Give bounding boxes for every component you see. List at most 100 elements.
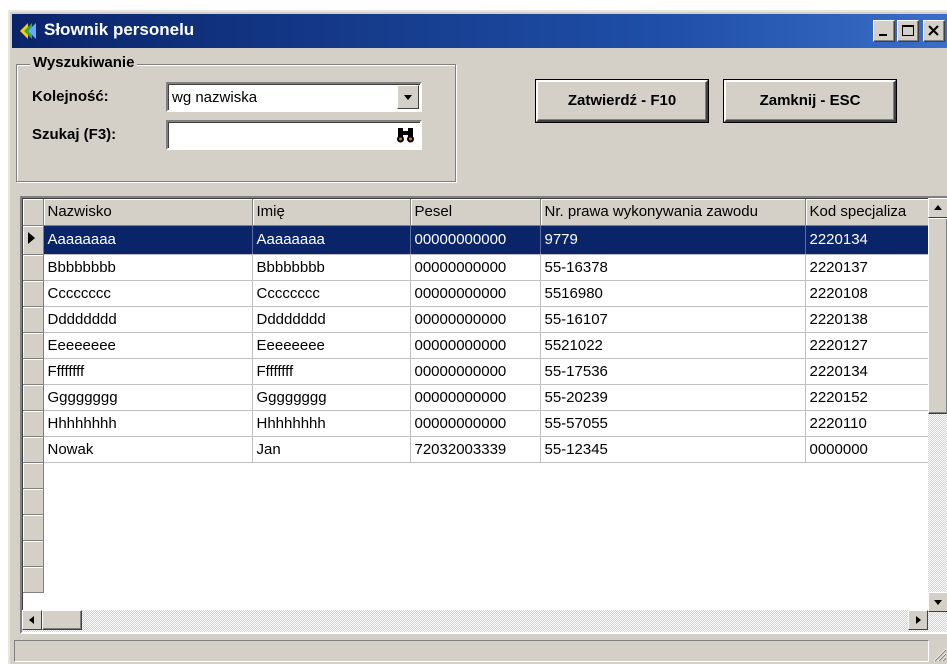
table-cell[interactable] bbox=[43, 488, 252, 514]
row-indicator[interactable] bbox=[23, 225, 44, 255]
table-cell[interactable]: 00000000000 bbox=[410, 254, 541, 281]
table-row[interactable]: Bbbbbbbb Bbbbbbbb 00000000000 55-16378 22201… bbox=[23, 254, 933, 281]
close-dialog-button[interactable]: Zamknij - ESC bbox=[724, 80, 896, 122]
table-cell[interactable]: Hhhhhhhh bbox=[252, 410, 411, 437]
table-cell[interactable] bbox=[410, 488, 540, 514]
table-cell[interactable] bbox=[540, 462, 805, 488]
table-cell[interactable]: 55-57055 bbox=[540, 410, 806, 437]
row-indicator[interactable] bbox=[23, 280, 44, 307]
search-button[interactable] bbox=[394, 123, 419, 147]
order-select[interactable]: wg nazwiska bbox=[166, 82, 422, 112]
table-cell[interactable]: 2220134 bbox=[805, 225, 933, 255]
scroll-down-button[interactable] bbox=[928, 592, 947, 612]
table-cell[interactable] bbox=[252, 514, 410, 540]
table-cell[interactable]: Dddddddd bbox=[43, 306, 253, 333]
title-bar[interactable]: Słownik personelu bbox=[12, 14, 947, 48]
table-cell[interactable]: 00000000000 bbox=[410, 306, 541, 333]
table-cell[interactable]: Aaaaaaaa bbox=[43, 225, 253, 255]
row-indicator[interactable] bbox=[23, 540, 44, 567]
table-cell[interactable] bbox=[805, 488, 932, 514]
table-cell[interactable]: Gggggggg bbox=[252, 384, 411, 411]
table-cell[interactable]: 9779 bbox=[540, 225, 806, 255]
table-cell[interactable]: Dddddddd bbox=[252, 306, 411, 333]
row-indicator[interactable] bbox=[23, 410, 44, 437]
table-cell[interactable]: 72032003339 bbox=[410, 436, 541, 463]
table-row[interactable] bbox=[23, 488, 932, 515]
table-cell[interactable] bbox=[252, 566, 410, 592]
row-indicator[interactable] bbox=[23, 384, 44, 411]
table-cell[interactable]: Jan bbox=[252, 436, 411, 463]
column-header[interactable]: Kod specjaliza bbox=[805, 199, 933, 226]
table-cell[interactable]: 2220152 bbox=[805, 384, 933, 411]
table-cell[interactable]: Eeeeeeee bbox=[43, 332, 253, 359]
table-row[interactable] bbox=[23, 514, 932, 541]
table-cell[interactable] bbox=[410, 514, 540, 540]
row-indicator[interactable] bbox=[23, 566, 44, 593]
table-cell[interactable]: 55-20239 bbox=[540, 384, 806, 411]
table-cell[interactable]: 2220134 bbox=[805, 358, 933, 385]
table-cell[interactable]: 2220108 bbox=[805, 280, 933, 307]
search-input[interactable] bbox=[166, 120, 422, 150]
order-select-dropdown-button[interactable] bbox=[397, 85, 419, 109]
table-cell[interactable] bbox=[252, 462, 410, 488]
table-row[interactable]: Gggggggg Gggggggg 00000000000 55-20239 22201… bbox=[23, 384, 933, 411]
table-cell[interactable]: 00000000000 bbox=[410, 332, 541, 359]
table-cell[interactable]: Bbbbbbbb bbox=[252, 254, 411, 281]
row-indicator[interactable] bbox=[23, 358, 44, 385]
table-cell[interactable]: 00000000000 bbox=[410, 280, 541, 307]
table-cell[interactable]: Cccccccc bbox=[43, 280, 253, 307]
table-cell[interactable]: Cccccccc bbox=[252, 280, 411, 307]
table-cell[interactable]: Bbbbbbbb bbox=[43, 254, 253, 281]
table-cell[interactable]: 55-17536 bbox=[540, 358, 806, 385]
confirm-button[interactable]: Zatwierdź - F10 bbox=[536, 80, 708, 122]
table-cell[interactable]: 55-16107 bbox=[540, 306, 806, 333]
table-row[interactable] bbox=[23, 566, 932, 593]
table-cell[interactable]: 55-12345 bbox=[540, 436, 806, 463]
maximize-button[interactable] bbox=[897, 20, 919, 42]
table-cell[interactable]: Hhhhhhhh bbox=[43, 410, 253, 437]
table-cell[interactable] bbox=[43, 540, 252, 566]
column-header[interactable]: Pesel bbox=[410, 199, 541, 226]
vertical-scroll-thumb[interactable] bbox=[928, 218, 947, 414]
table-cell[interactable]: 0000000 bbox=[805, 436, 933, 463]
table-cell[interactable]: Aaaaaaaa bbox=[252, 225, 411, 255]
column-header[interactable]: Nazwisko bbox=[43, 199, 253, 226]
table-cell[interactable]: 2220137 bbox=[805, 254, 933, 281]
table-cell[interactable]: Ffffffff bbox=[43, 358, 253, 385]
table-row[interactable]: Hhhhhhhh Hhhhhhhh 00000000000 55-57055 22201… bbox=[23, 410, 933, 437]
table-cell[interactable]: 5521022 bbox=[540, 332, 806, 359]
row-indicator[interactable] bbox=[23, 514, 44, 541]
table-cell[interactable]: 55-16378 bbox=[540, 254, 806, 281]
table-row[interactable] bbox=[23, 462, 932, 489]
table-cell[interactable]: 2220138 bbox=[805, 306, 933, 333]
resize-grip-icon[interactable] bbox=[931, 646, 947, 662]
table-cell[interactable] bbox=[43, 566, 252, 592]
table-cell[interactable] bbox=[540, 488, 805, 514]
table-row[interactable]: Aaaaaaaa Aaaaaaaa 00000000000 9779 2220134 bbox=[23, 225, 933, 255]
table-cell[interactable] bbox=[252, 488, 410, 514]
table-row[interactable] bbox=[23, 540, 932, 567]
table-cell[interactable] bbox=[252, 540, 410, 566]
table-cell[interactable] bbox=[43, 514, 252, 540]
table-cell[interactable]: 00000000000 bbox=[410, 410, 541, 437]
column-header[interactable]: Nr. prawa wykonywania zawodu bbox=[540, 199, 806, 226]
horizontal-scroll-thumb[interactable] bbox=[42, 610, 82, 630]
table-cell[interactable] bbox=[540, 514, 805, 540]
row-indicator[interactable] bbox=[23, 254, 44, 281]
table-cell[interactable]: 00000000000 bbox=[410, 225, 541, 255]
table-cell[interactable]: Eeeeeeee bbox=[252, 332, 411, 359]
table-row[interactable]: Cccccccc Cccccccc 00000000000 5516980 222010… bbox=[23, 280, 933, 307]
table-row[interactable]: Ffffffff Ffffffff 00000000000 55-17536 22201… bbox=[23, 358, 933, 385]
row-indicator[interactable] bbox=[23, 332, 44, 359]
row-indicator[interactable] bbox=[23, 436, 44, 463]
scroll-left-button[interactable] bbox=[22, 610, 42, 630]
table-cell[interactable]: Nowak bbox=[43, 436, 253, 463]
horizontal-scrollbar[interactable] bbox=[22, 610, 928, 632]
table-row[interactable]: Nowak Jan 72032003339 55-12345 0000000 bbox=[23, 436, 933, 463]
row-indicator[interactable] bbox=[23, 488, 44, 515]
table-row[interactable]: Dddddddd Dddddddd 00000000000 55-16107 22201… bbox=[23, 306, 933, 333]
table-cell[interactable]: Gggggggg bbox=[43, 384, 253, 411]
personnel-grid[interactable]: Nazwisko Imię Pesel Nr. prawa wykonywani… bbox=[20, 196, 947, 634]
row-indicator[interactable] bbox=[23, 306, 44, 333]
table-cell[interactable] bbox=[43, 462, 252, 488]
